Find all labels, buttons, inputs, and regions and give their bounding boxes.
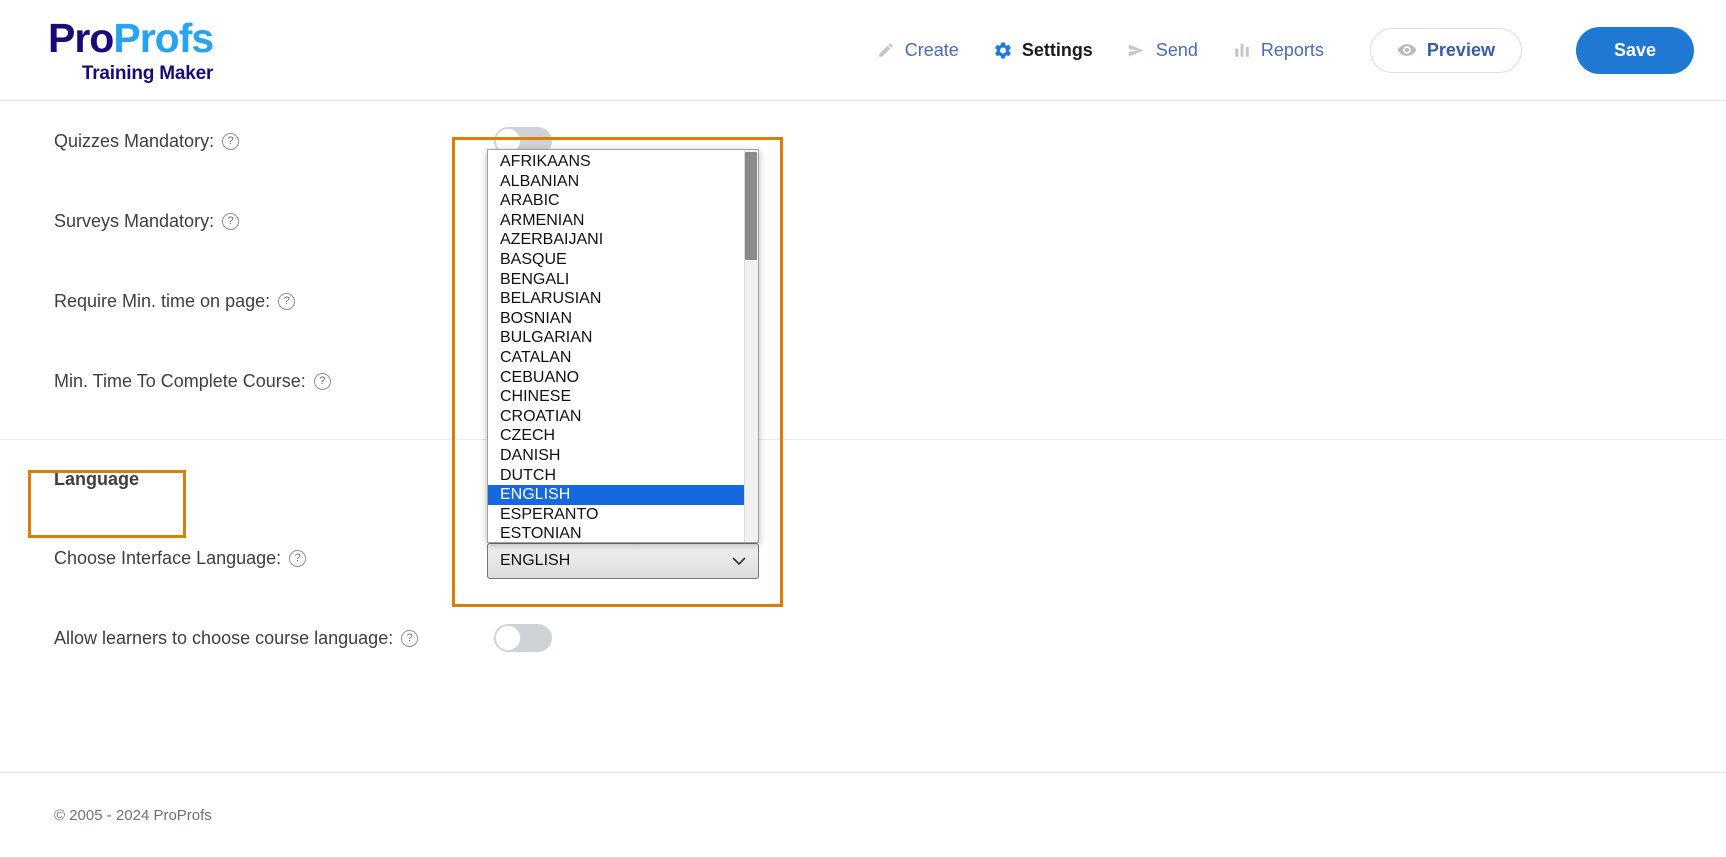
setting-label-min-time-to-complete-course: Min. Time To Complete Course: ? (54, 371, 494, 392)
logo-wordmark: ProProfs (48, 14, 214, 61)
option-esperanto[interactable]: ESPERANTO (488, 505, 758, 525)
paper-plane-icon (1127, 40, 1147, 60)
option-albanian[interactable]: ALBANIAN (488, 172, 758, 192)
logo-subtitle: Training Maker (81, 62, 214, 84)
save-button[interactable]: Save (1575, 26, 1694, 74)
bar-chart-icon (1232, 40, 1252, 60)
setting-row-require-min-time-on-page: Require Min. time on page: ? (0, 261, 1726, 341)
option-list-scrollbar[interactable] (744, 150, 758, 542)
nav-label-reports: Reports (1260, 39, 1324, 60)
preview-button[interactable]: Preview (1369, 27, 1522, 73)
toggle-allow-course-language[interactable] (494, 624, 552, 652)
option-basque[interactable]: BASQUE (488, 250, 758, 270)
preview-button-label: Preview (1426, 39, 1495, 60)
help-icon[interactable]: ? (289, 549, 307, 567)
setting-label-text: Surveys Mandatory: (54, 210, 215, 231)
interface-language-option-list[interactable]: AFRIKAANS ALBANIAN ARABIC ARMENIAN AZERBAIJA… (487, 149, 759, 543)
option-cebuano[interactable]: CEBUANO (488, 368, 758, 388)
interface-language-select-wrapper: ENGLISH (487, 543, 759, 579)
toggle-knob (495, 625, 521, 651)
option-catalan[interactable]: CATALAN (488, 348, 758, 368)
option-bosnian[interactable]: BOSNIAN (488, 309, 758, 329)
option-arabic[interactable]: ARABIC (488, 191, 758, 211)
nav-item-create[interactable]: Create (876, 40, 959, 61)
option-list-scroll-thumb[interactable] (745, 152, 757, 260)
setting-label-surveys-mandatory: Surveys Mandatory: ? (54, 211, 494, 232)
nav-item-reports[interactable]: Reports (1232, 40, 1324, 61)
option-azerbaijani[interactable]: AZERBAIJANI (488, 230, 758, 250)
setting-label-require-min-time-on-page: Require Min. time on page: ? (54, 291, 494, 312)
copyright-text: © 2005 - 2024 ProProfs (54, 806, 212, 824)
settings-content: Quizzes Mandatory: ? Surveys Mandatory: … (0, 101, 1726, 678)
setting-label-text: Quizzes Mandatory: (54, 130, 215, 151)
nav-label-settings: Settings (1021, 39, 1093, 60)
help-icon[interactable]: ? (222, 212, 240, 230)
option-dutch[interactable]: DUTCH (488, 466, 758, 486)
nav-item-send[interactable]: Send (1127, 40, 1198, 61)
pencil-icon (876, 40, 896, 60)
option-afrikaans[interactable]: AFRIKAANS (488, 152, 758, 172)
logo-text-pro: Pro (48, 14, 114, 61)
nav-item-settings[interactable]: Settings (993, 40, 1093, 61)
logo-text-profs: Profs (113, 14, 214, 61)
setting-label-text: Min. Time To Complete Course: (54, 370, 306, 391)
interface-language-select-value: ENGLISH (500, 552, 571, 569)
main-navigation: Create Settings Send Reports Preview Sav… (876, 26, 1694, 74)
proprofs-logo[interactable]: ProProfs Training Maker (48, 14, 214, 84)
setting-label-quizzes-mandatory: Quizzes Mandatory: ? (54, 131, 494, 152)
interface-language-select[interactable]: ENGLISH (487, 543, 759, 579)
nav-label-create: Create (904, 39, 959, 60)
app-header: ProProfs Training Maker Create Settings … (0, 0, 1726, 101)
help-icon[interactable]: ? (222, 132, 240, 150)
page-footer: © 2005 - 2024 ProProfs (0, 772, 1726, 857)
option-estonian[interactable]: ESTONIAN (488, 524, 758, 542)
help-icon[interactable]: ? (401, 629, 419, 647)
option-armenian[interactable]: ARMENIAN (488, 211, 758, 231)
option-bulgarian[interactable]: BULGARIAN (488, 328, 758, 348)
option-chinese[interactable]: CHINESE (488, 387, 758, 407)
setting-row-allow-course-language: Allow learners to choose course language… (0, 598, 1726, 678)
setting-row-choose-interface-language: Choose Interface Language: ? (0, 518, 1726, 598)
setting-row-surveys-mandatory: Surveys Mandatory: ? (0, 181, 1726, 261)
option-belarusian[interactable]: BELARUSIAN (488, 289, 758, 309)
help-icon[interactable]: ? (278, 292, 296, 310)
setting-row-min-time-to-complete-course: Min. Time To Complete Course: ? (0, 341, 1726, 421)
setting-label-text: Require Min. time on page: (54, 290, 271, 311)
setting-label-text: Allow learners to choose course language… (54, 627, 394, 648)
setting-label-choose-interface-language: Choose Interface Language: ? (54, 548, 494, 569)
option-croatian[interactable]: CROATIAN (488, 407, 758, 427)
option-czech[interactable]: CZECH (488, 426, 758, 446)
option-bengali[interactable]: BENGALI (488, 270, 758, 290)
option-danish[interactable]: DANISH (488, 446, 758, 466)
setting-label-text: Choose Interface Language: (54, 547, 282, 568)
gear-icon (993, 40, 1013, 60)
help-icon[interactable]: ? (313, 372, 331, 390)
setting-row-quizzes-mandatory: Quizzes Mandatory: ? (0, 101, 1726, 181)
option-english[interactable]: ENGLISH (488, 485, 758, 505)
eye-icon (1397, 40, 1417, 60)
language-section-heading: Language (54, 468, 140, 489)
setting-label-allow-course-language: Allow learners to choose course language… (54, 628, 494, 649)
chevron-down-icon (732, 557, 746, 566)
nav-label-send: Send (1155, 39, 1198, 60)
